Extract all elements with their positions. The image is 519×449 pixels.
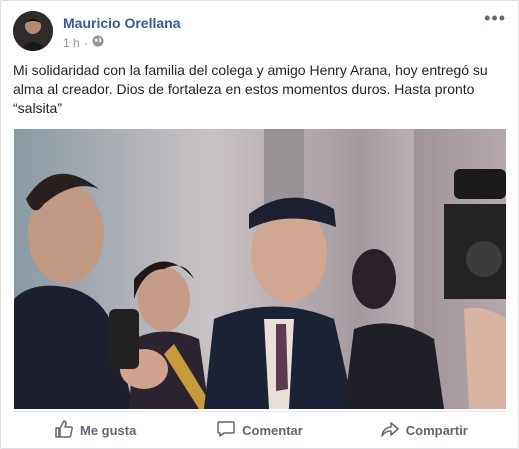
globe-icon[interactable] [92, 35, 104, 50]
post-text: Mi solidaridad con la familia del colega… [13, 62, 488, 116]
comment-button[interactable]: Comentar [177, 412, 341, 448]
share-icon [380, 419, 400, 442]
share-label: Compartir [405, 422, 468, 438]
meta-separator: · [83, 35, 88, 50]
post-photo[interactable] [14, 129, 506, 409]
like-button[interactable]: Me gusta [13, 412, 177, 448]
share-button[interactable]: Compartir [342, 412, 506, 448]
more-options-icon[interactable]: ••• [484, 9, 506, 27]
post-card: Mauricio Orellana 1 h · ••• Mi solidarid… [0, 0, 519, 449]
thumbs-up-icon [54, 419, 74, 442]
comment-icon [216, 419, 236, 442]
avatar[interactable] [13, 11, 53, 51]
post-meta: 1 h · [63, 35, 104, 50]
post-time[interactable]: 1 h [63, 36, 80, 50]
comment-label: Comentar [242, 422, 303, 438]
author-name[interactable]: Mauricio Orellana [63, 15, 180, 31]
like-label: Me gusta [79, 422, 137, 438]
post-actions: Me gusta Comentar Compartir [13, 411, 506, 448]
post-header: Mauricio Orellana 1 h · ••• [13, 9, 506, 55]
